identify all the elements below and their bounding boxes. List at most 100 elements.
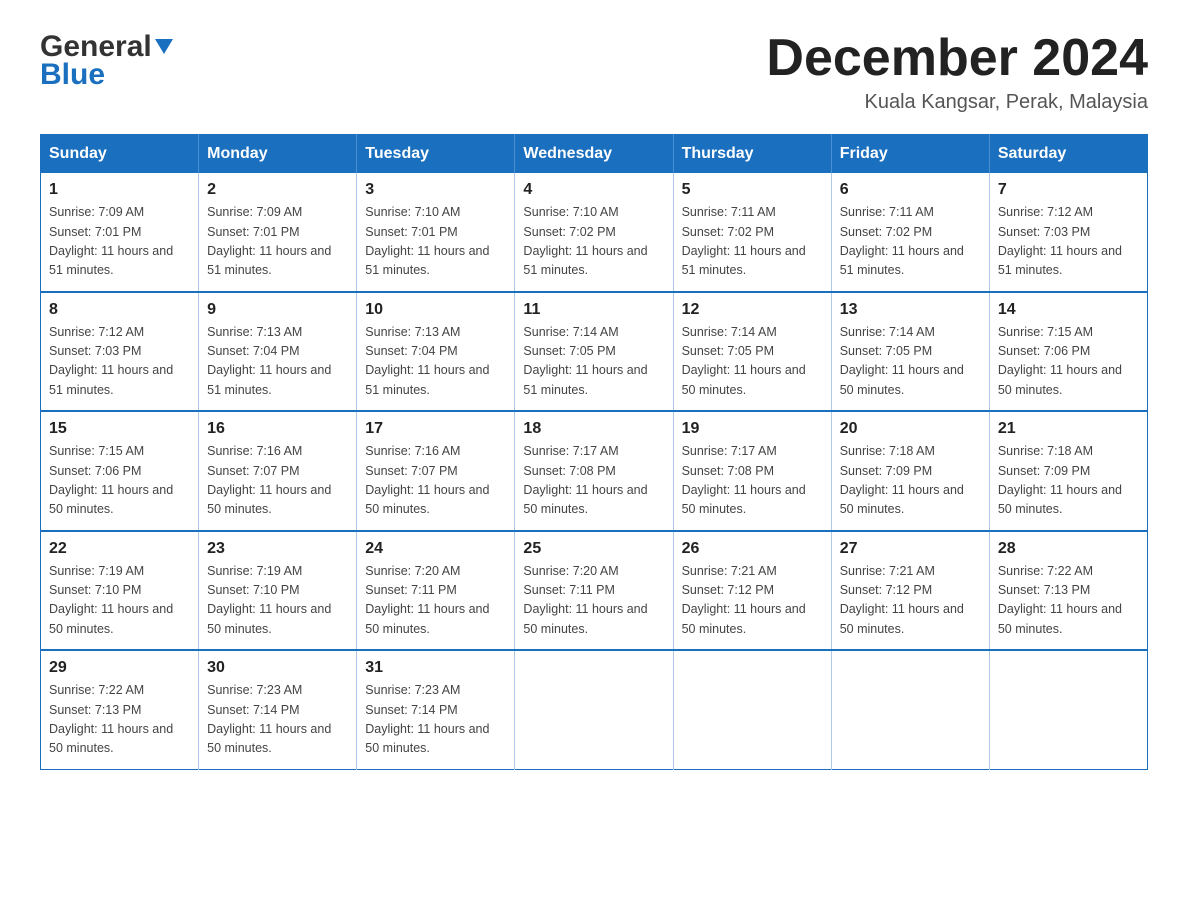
day-info: Sunrise: 7:10 AM Sunset: 7:01 PM Dayligh… xyxy=(365,203,506,281)
calendar-day-cell xyxy=(831,650,989,769)
day-info: Sunrise: 7:12 AM Sunset: 7:03 PM Dayligh… xyxy=(49,323,190,401)
calendar-day-cell: 26 Sunrise: 7:21 AM Sunset: 7:12 PM Dayl… xyxy=(673,531,831,651)
day-info: Sunrise: 7:19 AM Sunset: 7:10 PM Dayligh… xyxy=(207,562,348,640)
calendar-day-cell: 3 Sunrise: 7:10 AM Sunset: 7:01 PM Dayli… xyxy=(357,173,515,292)
day-number: 1 xyxy=(49,181,190,199)
calendar-table: SundayMondayTuesdayWednesdayThursdayFrid… xyxy=(40,134,1148,770)
logo-blue-text: Blue xyxy=(40,58,105,92)
calendar-day-cell: 12 Sunrise: 7:14 AM Sunset: 7:05 PM Dayl… xyxy=(673,292,831,412)
day-info: Sunrise: 7:15 AM Sunset: 7:06 PM Dayligh… xyxy=(49,442,190,520)
day-info: Sunrise: 7:23 AM Sunset: 7:14 PM Dayligh… xyxy=(207,681,348,759)
calendar-day-cell: 11 Sunrise: 7:14 AM Sunset: 7:05 PM Dayl… xyxy=(515,292,673,412)
day-number: 27 xyxy=(840,540,981,558)
day-info: Sunrise: 7:22 AM Sunset: 7:13 PM Dayligh… xyxy=(49,681,190,759)
calendar-day-cell: 22 Sunrise: 7:19 AM Sunset: 7:10 PM Dayl… xyxy=(41,531,199,651)
calendar-day-cell: 1 Sunrise: 7:09 AM Sunset: 7:01 PM Dayli… xyxy=(41,173,199,292)
day-number: 8 xyxy=(49,301,190,319)
calendar-week-row: 29 Sunrise: 7:22 AM Sunset: 7:13 PM Dayl… xyxy=(41,650,1148,769)
calendar-day-cell: 30 Sunrise: 7:23 AM Sunset: 7:14 PM Dayl… xyxy=(199,650,357,769)
day-info: Sunrise: 7:11 AM Sunset: 7:02 PM Dayligh… xyxy=(682,203,823,281)
calendar-day-header: Friday xyxy=(831,135,989,174)
day-number: 28 xyxy=(998,540,1139,558)
day-info: Sunrise: 7:14 AM Sunset: 7:05 PM Dayligh… xyxy=(523,323,664,401)
day-info: Sunrise: 7:20 AM Sunset: 7:11 PM Dayligh… xyxy=(365,562,506,640)
day-number: 31 xyxy=(365,659,506,677)
day-number: 17 xyxy=(365,420,506,438)
day-number: 18 xyxy=(523,420,664,438)
day-number: 14 xyxy=(998,301,1139,319)
calendar-day-cell xyxy=(989,650,1147,769)
day-info: Sunrise: 7:12 AM Sunset: 7:03 PM Dayligh… xyxy=(998,203,1139,281)
day-number: 3 xyxy=(365,181,506,199)
day-number: 25 xyxy=(523,540,664,558)
day-number: 19 xyxy=(682,420,823,438)
calendar-day-cell: 28 Sunrise: 7:22 AM Sunset: 7:13 PM Dayl… xyxy=(989,531,1147,651)
calendar-day-cell: 21 Sunrise: 7:18 AM Sunset: 7:09 PM Dayl… xyxy=(989,411,1147,531)
day-info: Sunrise: 7:16 AM Sunset: 7:07 PM Dayligh… xyxy=(365,442,506,520)
calendar-day-cell: 15 Sunrise: 7:15 AM Sunset: 7:06 PM Dayl… xyxy=(41,411,199,531)
day-info: Sunrise: 7:18 AM Sunset: 7:09 PM Dayligh… xyxy=(998,442,1139,520)
calendar-day-cell: 23 Sunrise: 7:19 AM Sunset: 7:10 PM Dayl… xyxy=(199,531,357,651)
day-info: Sunrise: 7:11 AM Sunset: 7:02 PM Dayligh… xyxy=(840,203,981,281)
calendar-day-cell: 31 Sunrise: 7:23 AM Sunset: 7:14 PM Dayl… xyxy=(357,650,515,769)
day-info: Sunrise: 7:13 AM Sunset: 7:04 PM Dayligh… xyxy=(207,323,348,401)
day-number: 26 xyxy=(682,540,823,558)
day-info: Sunrise: 7:10 AM Sunset: 7:02 PM Dayligh… xyxy=(523,203,664,281)
calendar-week-row: 1 Sunrise: 7:09 AM Sunset: 7:01 PM Dayli… xyxy=(41,173,1148,292)
day-info: Sunrise: 7:17 AM Sunset: 7:08 PM Dayligh… xyxy=(523,442,664,520)
title-section: December 2024 Kuala Kangsar, Perak, Mala… xyxy=(766,30,1148,114)
page-subtitle: Kuala Kangsar, Perak, Malaysia xyxy=(766,91,1148,114)
calendar-day-cell: 19 Sunrise: 7:17 AM Sunset: 7:08 PM Dayl… xyxy=(673,411,831,531)
calendar-week-row: 22 Sunrise: 7:19 AM Sunset: 7:10 PM Dayl… xyxy=(41,531,1148,651)
calendar-day-cell: 17 Sunrise: 7:16 AM Sunset: 7:07 PM Dayl… xyxy=(357,411,515,531)
day-info: Sunrise: 7:21 AM Sunset: 7:12 PM Dayligh… xyxy=(682,562,823,640)
day-info: Sunrise: 7:23 AM Sunset: 7:14 PM Dayligh… xyxy=(365,681,506,759)
day-number: 13 xyxy=(840,301,981,319)
day-number: 5 xyxy=(682,181,823,199)
day-info: Sunrise: 7:19 AM Sunset: 7:10 PM Dayligh… xyxy=(49,562,190,640)
calendar-day-cell: 20 Sunrise: 7:18 AM Sunset: 7:09 PM Dayl… xyxy=(831,411,989,531)
day-info: Sunrise: 7:13 AM Sunset: 7:04 PM Dayligh… xyxy=(365,323,506,401)
day-number: 2 xyxy=(207,181,348,199)
calendar-day-cell xyxy=(515,650,673,769)
calendar-day-cell: 27 Sunrise: 7:21 AM Sunset: 7:12 PM Dayl… xyxy=(831,531,989,651)
logo: General Blue xyxy=(40,30,173,92)
day-number: 23 xyxy=(207,540,348,558)
day-number: 22 xyxy=(49,540,190,558)
calendar-day-cell: 9 Sunrise: 7:13 AM Sunset: 7:04 PM Dayli… xyxy=(199,292,357,412)
day-number: 12 xyxy=(682,301,823,319)
day-number: 11 xyxy=(523,301,664,319)
day-info: Sunrise: 7:22 AM Sunset: 7:13 PM Dayligh… xyxy=(998,562,1139,640)
calendar-day-cell: 6 Sunrise: 7:11 AM Sunset: 7:02 PM Dayli… xyxy=(831,173,989,292)
page-header: General Blue December 2024 Kuala Kangsar… xyxy=(40,30,1148,114)
day-info: Sunrise: 7:09 AM Sunset: 7:01 PM Dayligh… xyxy=(49,203,190,281)
logo-triangle-icon xyxy=(155,39,173,54)
day-info: Sunrise: 7:21 AM Sunset: 7:12 PM Dayligh… xyxy=(840,562,981,640)
day-number: 7 xyxy=(998,181,1139,199)
day-info: Sunrise: 7:14 AM Sunset: 7:05 PM Dayligh… xyxy=(682,323,823,401)
calendar-week-row: 8 Sunrise: 7:12 AM Sunset: 7:03 PM Dayli… xyxy=(41,292,1148,412)
day-number: 20 xyxy=(840,420,981,438)
calendar-day-header: Sunday xyxy=(41,135,199,174)
day-number: 6 xyxy=(840,181,981,199)
calendar-day-cell: 8 Sunrise: 7:12 AM Sunset: 7:03 PM Dayli… xyxy=(41,292,199,412)
day-info: Sunrise: 7:20 AM Sunset: 7:11 PM Dayligh… xyxy=(523,562,664,640)
calendar-day-cell: 25 Sunrise: 7:20 AM Sunset: 7:11 PM Dayl… xyxy=(515,531,673,651)
calendar-day-cell: 13 Sunrise: 7:14 AM Sunset: 7:05 PM Dayl… xyxy=(831,292,989,412)
calendar-day-cell: 14 Sunrise: 7:15 AM Sunset: 7:06 PM Dayl… xyxy=(989,292,1147,412)
calendar-day-header: Monday xyxy=(199,135,357,174)
day-number: 15 xyxy=(49,420,190,438)
day-number: 4 xyxy=(523,181,664,199)
calendar-header-row: SundayMondayTuesdayWednesdayThursdayFrid… xyxy=(41,135,1148,174)
calendar-day-cell: 24 Sunrise: 7:20 AM Sunset: 7:11 PM Dayl… xyxy=(357,531,515,651)
calendar-day-cell: 29 Sunrise: 7:22 AM Sunset: 7:13 PM Dayl… xyxy=(41,650,199,769)
day-number: 9 xyxy=(207,301,348,319)
calendar-day-cell: 16 Sunrise: 7:16 AM Sunset: 7:07 PM Dayl… xyxy=(199,411,357,531)
calendar-day-header: Saturday xyxy=(989,135,1147,174)
day-number: 10 xyxy=(365,301,506,319)
day-number: 21 xyxy=(998,420,1139,438)
day-info: Sunrise: 7:18 AM Sunset: 7:09 PM Dayligh… xyxy=(840,442,981,520)
calendar-day-header: Thursday xyxy=(673,135,831,174)
day-number: 29 xyxy=(49,659,190,677)
calendar-day-cell xyxy=(673,650,831,769)
